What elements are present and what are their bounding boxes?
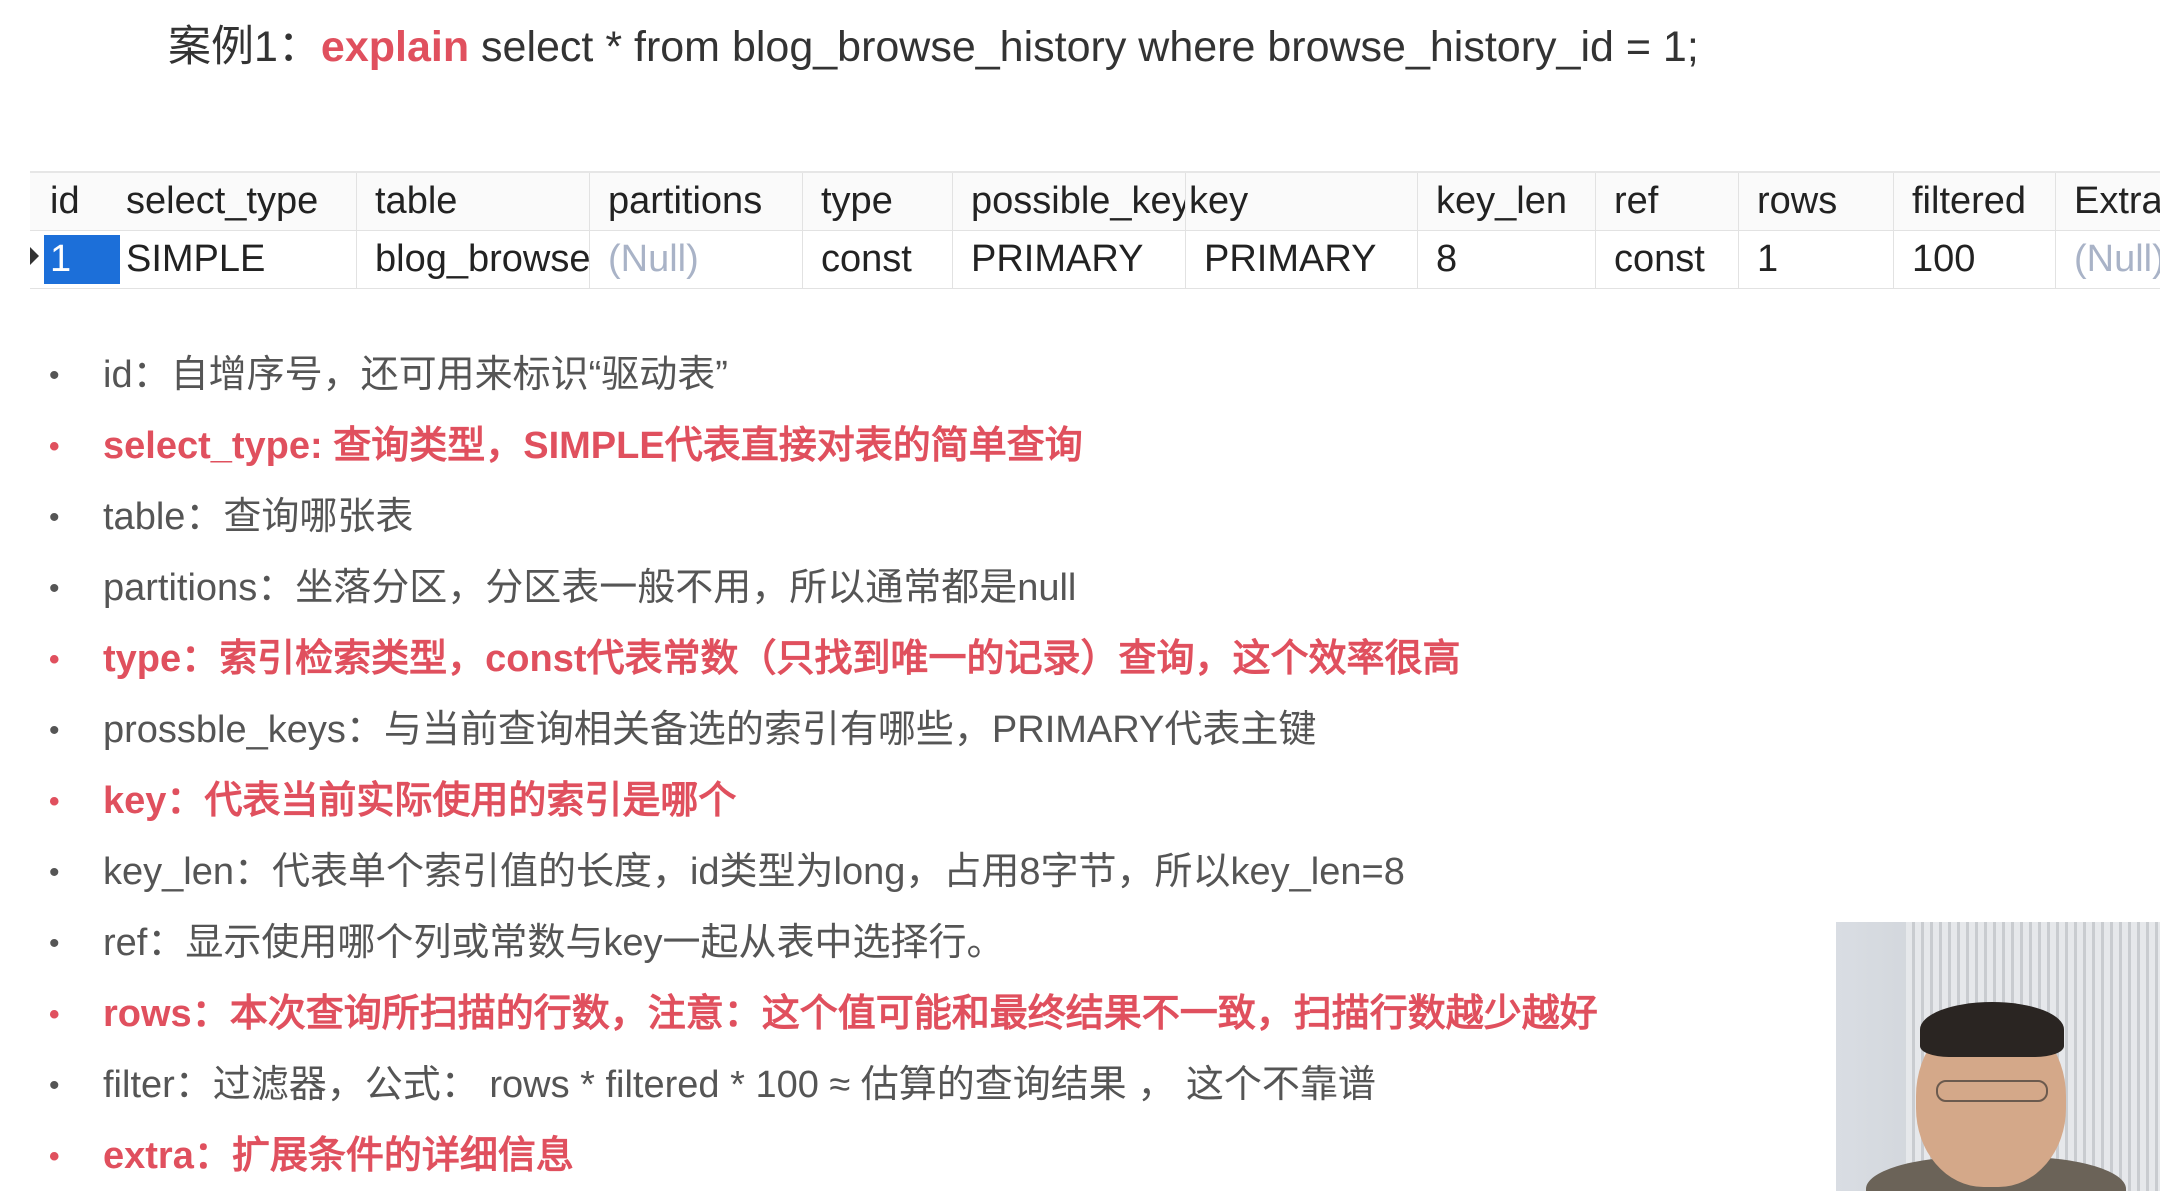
bullet-item: • partitions：坐落分区，分区表一般不用，所以通常都是null — [45, 553, 1598, 624]
bullet-dot-icon: • — [49, 785, 60, 818]
bullet-text: extra：扩展条件的详细信息 — [103, 1135, 574, 1177]
bullet-text: key_len：代表单个索引值的长度，id类型为long，占用8字节，所以key… — [103, 851, 1405, 893]
grid-data-row[interactable]: 1 SIMPLE blog_browse_history (Null) cons… — [30, 231, 2160, 289]
title-keyword: explain — [320, 23, 470, 71]
bullet-text: key：代表当前实际使用的索引是哪个 — [103, 780, 737, 822]
header-type[interactable]: type — [802, 173, 952, 230]
header-partitions[interactable]: partitions — [589, 173, 802, 230]
bullet-dot-icon: • — [49, 1069, 60, 1102]
bullet-item: • prossble_keys：与当前查询相关备选的索引有哪些，PRIMARY代表… — [45, 695, 1598, 766]
header-key-len[interactable]: key_len — [1417, 173, 1595, 230]
bullet-dot-icon: • — [49, 643, 60, 676]
cell-select-type[interactable]: SIMPLE — [126, 231, 356, 288]
bullet-text: rows：本次查询所扫描的行数，注意：这个值可能和最终结果不一致，扫描行数越少越… — [103, 993, 1598, 1035]
cell-rows[interactable]: 1 — [1738, 231, 1893, 288]
bullet-text: select_type: 查询类型，SIMPLE代表直接对表的简单查询 — [103, 425, 1083, 467]
cell-possible-keys[interactable]: PRIMARY — [952, 231, 1185, 288]
cell-ref[interactable]: const — [1595, 231, 1738, 288]
cell-type[interactable]: const — [802, 231, 952, 288]
header-ref[interactable]: ref — [1595, 173, 1738, 230]
bullet-text: partitions：坐落分区，分区表一般不用，所以通常都是null — [103, 567, 1077, 609]
cell-partitions[interactable]: (Null) — [589, 231, 802, 288]
header-key[interactable]: key — [1185, 173, 1417, 230]
header-rows[interactable]: rows — [1738, 173, 1893, 230]
current-row-marker-icon — [30, 247, 39, 265]
bullet-dot-icon: • — [49, 714, 60, 747]
bullet-text: id：自增序号，还可用来标识“驱动表” — [103, 354, 728, 396]
presenter-hair — [1920, 1002, 2064, 1057]
bullet-item: • rows：本次查询所扫描的行数，注意：这个值可能和最终结果不一致，扫描行数越少… — [45, 979, 1598, 1050]
slide-title: 案例1：explain select * from blog_browse_hi… — [168, 18, 1699, 76]
bullet-text: prossble_keys：与当前查询相关备选的索引有哪些，PRIMARY代表主… — [103, 709, 1317, 751]
cell-key[interactable]: PRIMARY — [1185, 231, 1417, 288]
header-extra[interactable]: Extra — [2055, 173, 2160, 230]
header-id[interactable]: id — [30, 173, 126, 230]
bullet-dot-icon: • — [49, 998, 60, 1031]
bullet-item: • extra：扩展条件的详细信息 — [45, 1121, 1598, 1192]
bullet-dot-icon: • — [49, 927, 60, 960]
bullet-item: • key：代表当前实际使用的索引是哪个 — [45, 766, 1598, 837]
cell-filtered[interactable]: 100 — [1893, 231, 2055, 288]
header-filtered[interactable]: filtered — [1893, 173, 2055, 230]
cell-key-len[interactable]: 8 — [1417, 231, 1595, 288]
bullet-dot-icon: • — [49, 430, 60, 463]
bullet-text: table：查询哪张表 — [103, 496, 414, 538]
bullet-item: • key_len：代表单个索引值的长度，id类型为long，占用8字节，所以ke… — [45, 837, 1598, 908]
header-select-type[interactable]: select_type — [126, 173, 356, 230]
bullet-text: type：索引检索类型，const代表常数（只找到唯一的记录）查询，这个效率很高 — [103, 638, 1461, 680]
bullet-item: • filter：过滤器，公式： rows * filtered * 100 ≈ … — [45, 1050, 1598, 1121]
bullet-item: • type：索引检索类型，const代表常数（只找到唯一的记录）查询，这个效率很… — [45, 624, 1598, 695]
title-prefix: 案例1： — [168, 23, 321, 71]
bullet-item: • id：自增序号，还可用来标识“驱动表” — [45, 340, 1598, 411]
bullet-dot-icon: • — [49, 572, 60, 605]
header-table[interactable]: table — [356, 173, 589, 230]
header-possible-keys[interactable]: possible_keys — [952, 173, 1185, 230]
bullet-dot-icon: • — [49, 501, 60, 534]
bullet-dot-icon: • — [49, 1140, 60, 1173]
bullet-item: • select_type: 查询类型，SIMPLE代表直接对表的简单查询 — [45, 411, 1598, 482]
bullet-item: • table：查询哪张表 — [45, 482, 1598, 553]
cell-table[interactable]: blog_browse_history — [356, 231, 589, 288]
explain-field-notes: • id：自增序号，还可用来标识“驱动表” • select_type: 查询类型，S… — [45, 340, 1598, 1192]
bullet-dot-icon: • — [49, 856, 60, 889]
bullet-dot-icon: • — [49, 359, 60, 392]
bullet-text: filter：过滤器，公式： rows * filtered * 100 ≈ 估… — [103, 1064, 1376, 1106]
explain-result-grid: id select_type table partitions type pos… — [30, 171, 2160, 289]
presenter-glasses — [1936, 1080, 2048, 1102]
bullet-text: ref：显示使用哪个列或常数与key一起从表中选择行。 — [103, 922, 1005, 964]
bullet-item: • ref：显示使用哪个列或常数与key一起从表中选择行。 — [45, 908, 1598, 979]
grid-header-row: id select_type table partitions type pos… — [30, 173, 2160, 231]
title-query: select * from blog_browse_history where … — [469, 23, 1699, 71]
cell-id[interactable]: 1 — [44, 235, 120, 284]
cell-extra[interactable]: (Null) — [2055, 231, 2160, 288]
presenter-webcam — [1836, 922, 2160, 1191]
